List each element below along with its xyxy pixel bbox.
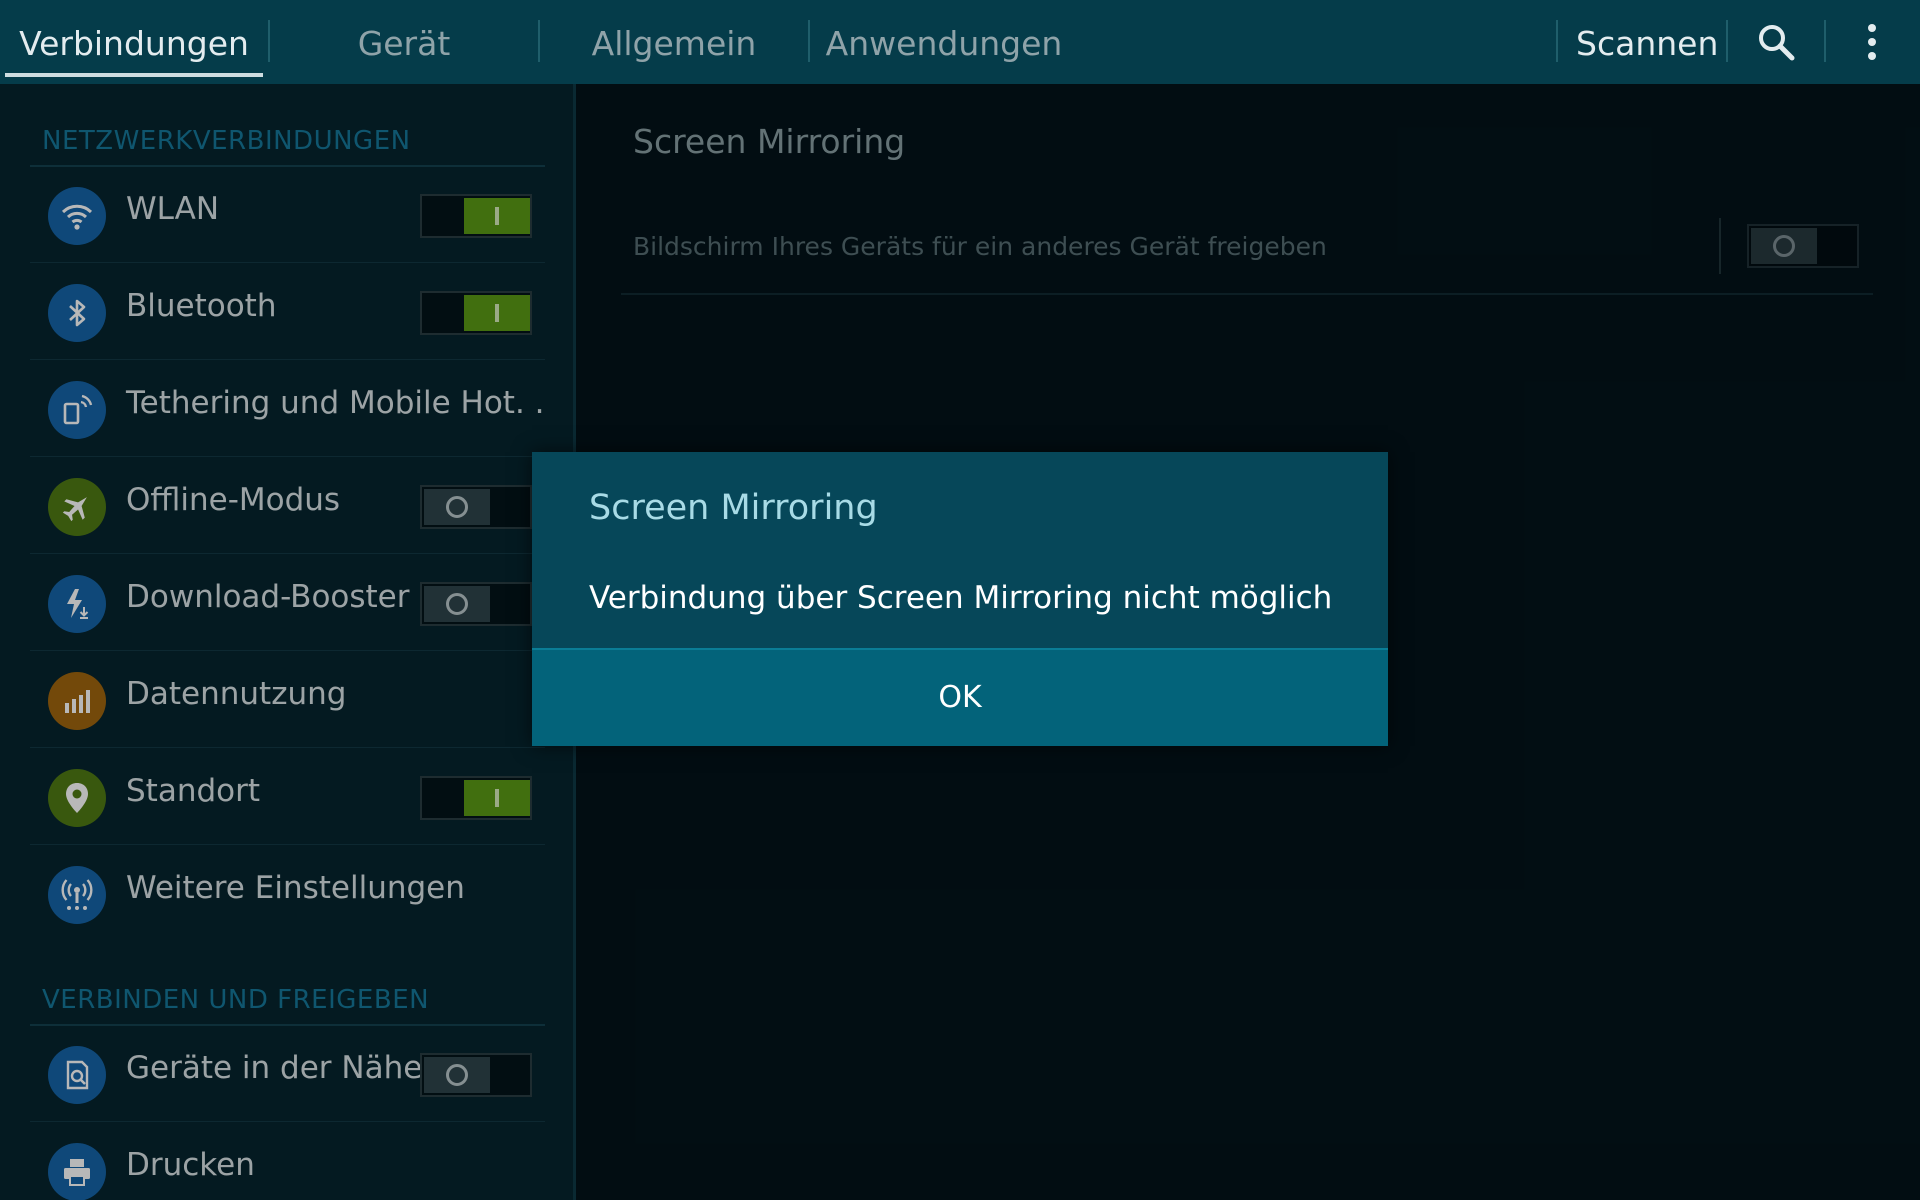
action-divider — [1824, 20, 1826, 62]
tab-divider — [268, 20, 270, 62]
dialog-message: Verbindung über Screen Mirroring nicht m… — [589, 580, 1333, 616]
scan-button[interactable]: Scannen — [1576, 0, 1718, 84]
overflow-menu-icon — [1868, 24, 1876, 60]
tab-anwendungen[interactable]: Anwendungen — [812, 0, 1076, 84]
tab-verbindungen[interactable]: Verbindungen — [5, 0, 263, 84]
action-divider — [1726, 20, 1728, 62]
dialog-title: Screen Mirroring — [589, 488, 878, 528]
active-tab-indicator — [5, 73, 263, 77]
ok-button[interactable]: OK — [532, 650, 1388, 746]
tab-geraet[interactable]: Gerät — [272, 0, 536, 84]
top-tab-bar: Verbindungen Gerät Allgemein Anwendungen… — [0, 0, 1920, 84]
error-dialog: Screen Mirroring Verbindung über Screen … — [532, 452, 1388, 746]
search-button[interactable] — [1736, 0, 1816, 84]
tab-divider — [808, 20, 810, 62]
action-divider — [1556, 20, 1558, 62]
overflow-menu-button[interactable] — [1832, 0, 1912, 84]
search-icon — [1759, 25, 1795, 61]
tab-allgemein[interactable]: Allgemein — [542, 0, 806, 84]
tab-divider — [538, 20, 540, 62]
